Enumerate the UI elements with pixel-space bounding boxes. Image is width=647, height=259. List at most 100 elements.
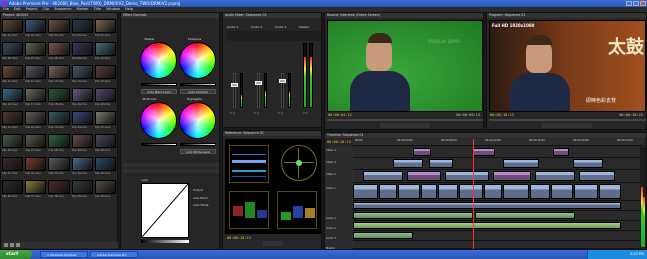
project-thumbnail[interactable]: Clip 14.mov xyxy=(71,65,93,86)
project-thumbnail[interactable]: Clip 29.mov xyxy=(71,134,93,155)
project-thumbnail[interactable]: Clip 21.mov xyxy=(2,111,24,132)
minimize-button[interactable] xyxy=(626,1,632,6)
program-scrubber[interactable] xyxy=(489,119,646,121)
timeline-audio-clip[interactable] xyxy=(475,212,575,219)
project-thumbnail[interactable]: Clip 20.mov xyxy=(94,88,116,109)
timeline-clip[interactable] xyxy=(363,171,403,181)
project-thumbnail[interactable]: Clip 16.mov xyxy=(2,88,24,109)
timeline-clip[interactable] xyxy=(398,184,420,199)
project-thumbnail[interactable]: Clip 37.mov xyxy=(25,180,47,201)
timeline-clip[interactable] xyxy=(484,184,502,199)
track-video-2[interactable] xyxy=(353,170,644,183)
timeline-clip[interactable] xyxy=(429,159,453,168)
project-thumbnail[interactable]: Clip 35.mov xyxy=(94,157,116,178)
timeline-clip[interactable] xyxy=(438,184,458,199)
project-thumbnail[interactable]: Clip 36.mov xyxy=(2,180,24,201)
project-thumbnail[interactable]: Clip 24.mov xyxy=(71,111,93,132)
track-header-v4[interactable]: Video 4 xyxy=(326,149,336,152)
timeline-clip[interactable] xyxy=(530,184,550,199)
track-video-filler[interactable] xyxy=(353,201,644,211)
maximize-button[interactable] xyxy=(633,1,639,6)
shadows-color-wheel[interactable] xyxy=(179,42,216,79)
source-video-frame[interactable]: OVERLAY DEMO xyxy=(327,20,483,112)
track-header-a1[interactable]: Audio 1 xyxy=(326,217,336,220)
channel-1-fader-knob[interactable] xyxy=(231,83,238,87)
project-thumbnail[interactable]: Clip 23.mov xyxy=(48,111,70,132)
project-thumbnail[interactable]: Clip 02.mov xyxy=(25,19,47,40)
timeline-clip[interactable] xyxy=(553,148,569,156)
project-thumbnail[interactable]: Clip 01.mov xyxy=(2,19,24,40)
project-thumbnail[interactable]: Clip 08.mov xyxy=(48,42,70,63)
project-thumbnail[interactable]: Clip 22.mov xyxy=(25,111,47,132)
track-header-v3[interactable]: Video 3 xyxy=(326,161,336,164)
project-thumbnail[interactable]: Clip 26.mov xyxy=(2,134,24,155)
program-transport-controls[interactable] xyxy=(542,123,592,128)
project-thumbnail[interactable]: Clip 39.mov xyxy=(71,180,93,201)
timeline-clip[interactable] xyxy=(353,202,621,209)
auto-black-level-button[interactable]: Auto Black Level xyxy=(141,89,177,94)
channel-1-fader[interactable] xyxy=(233,73,236,108)
highlights-color-wheel[interactable] xyxy=(179,102,216,139)
timeline-clip[interactable] xyxy=(551,184,573,199)
project-thumbnail[interactable]: Clip 09.mov xyxy=(71,42,93,63)
project-thumbnail[interactable]: Clip 19.mov xyxy=(71,88,93,109)
start-button[interactable]: start xyxy=(0,250,32,259)
timeline-clip[interactable] xyxy=(445,171,489,181)
project-thumbnail[interactable]: Clip 32.mov xyxy=(25,157,47,178)
new-item-icon[interactable] xyxy=(10,243,14,247)
timeline-clip[interactable] xyxy=(473,148,495,156)
project-thumbnail[interactable]: Clip 13.mov xyxy=(48,65,70,86)
timeline-clip[interactable] xyxy=(493,171,531,181)
timeline-clip[interactable] xyxy=(574,184,598,199)
project-thumbnail[interactable]: Clip 15.mov xyxy=(94,65,116,86)
midtones-balance-slider[interactable] xyxy=(141,143,177,146)
timeline-clip[interactable] xyxy=(379,184,397,199)
timeline-audio-clip[interactable] xyxy=(353,212,473,219)
channel-2-fader[interactable] xyxy=(257,73,260,108)
channel-3-fader-knob[interactable] xyxy=(279,79,286,83)
timeline-clip[interactable] xyxy=(413,148,431,156)
project-thumbnail[interactable]: Clip 12.mov xyxy=(25,65,47,86)
project-thumbnail[interactable]: Clip 33.mov xyxy=(48,157,70,178)
taskbar-premiere[interactable]: Adobe Premiere Pro xyxy=(90,251,138,258)
timeline-clip[interactable] xyxy=(599,184,621,199)
project-thumbnail[interactable]: Clip 03.mov xyxy=(48,19,70,40)
project-thumbnail[interactable]: Clip 04.mov xyxy=(71,19,93,40)
source-transport-controls[interactable] xyxy=(380,123,430,128)
highlights-balance-slider[interactable] xyxy=(180,143,216,146)
timeline-audio-clip[interactable] xyxy=(353,232,413,239)
project-thumbnail[interactable]: Clip 11.mov xyxy=(2,65,24,86)
auto-white-level-button[interactable]: Auto White Level xyxy=(180,149,216,154)
track-video-1[interactable] xyxy=(353,183,644,201)
trash-icon[interactable] xyxy=(16,243,20,247)
track-video-3[interactable] xyxy=(353,158,644,170)
playhead[interactable] xyxy=(473,139,474,249)
timeline-clip[interactable] xyxy=(353,184,378,199)
program-video-frame[interactable]: Full HD 1920x1080 太鼓 即時色彩去背 xyxy=(489,20,646,112)
project-thumbnail[interactable]: Clip 07.mov xyxy=(25,42,47,63)
project-thumbnail[interactable]: Clip 40.mov xyxy=(94,180,116,201)
channel-2-fader-knob[interactable] xyxy=(255,81,262,85)
project-thumbnail[interactable]: Clip 06.mov xyxy=(2,42,24,63)
track-header-v2[interactable]: Video 2 xyxy=(326,173,336,176)
track-audio-2[interactable] xyxy=(353,221,644,231)
timeline-audio-clip[interactable] xyxy=(353,222,621,229)
timeline-clip[interactable] xyxy=(503,159,539,168)
track-master[interactable] xyxy=(353,241,644,249)
project-thumbnail[interactable]: Clip 31.mov xyxy=(2,157,24,178)
track-header-v1[interactable]: Video 1 xyxy=(326,187,336,190)
auto-contrast-button[interactable]: Auto Contrast xyxy=(180,89,216,94)
master-color-wheel[interactable] xyxy=(140,42,177,79)
taskbar-explorer[interactable]: 3 Windows Explorer xyxy=(40,251,88,258)
timeline-tracks-area[interactable] xyxy=(353,139,644,249)
project-thumbnail[interactable]: Clip 25.mov xyxy=(94,111,116,132)
project-thumbnail[interactable]: Clip 05.mov xyxy=(94,19,116,40)
timeline-clip[interactable] xyxy=(421,184,437,199)
track-audio-1[interactable] xyxy=(353,211,644,221)
shadows-balance-slider[interactable] xyxy=(180,83,216,86)
close-button[interactable] xyxy=(640,1,646,6)
reference-transport[interactable] xyxy=(263,241,283,246)
project-thumbnail[interactable]: Clip 28.mov xyxy=(48,134,70,155)
project-thumbnail[interactable]: Clip 34.mov xyxy=(71,157,93,178)
project-thumbnail[interactable]: Clip 17.mov xyxy=(25,88,47,109)
